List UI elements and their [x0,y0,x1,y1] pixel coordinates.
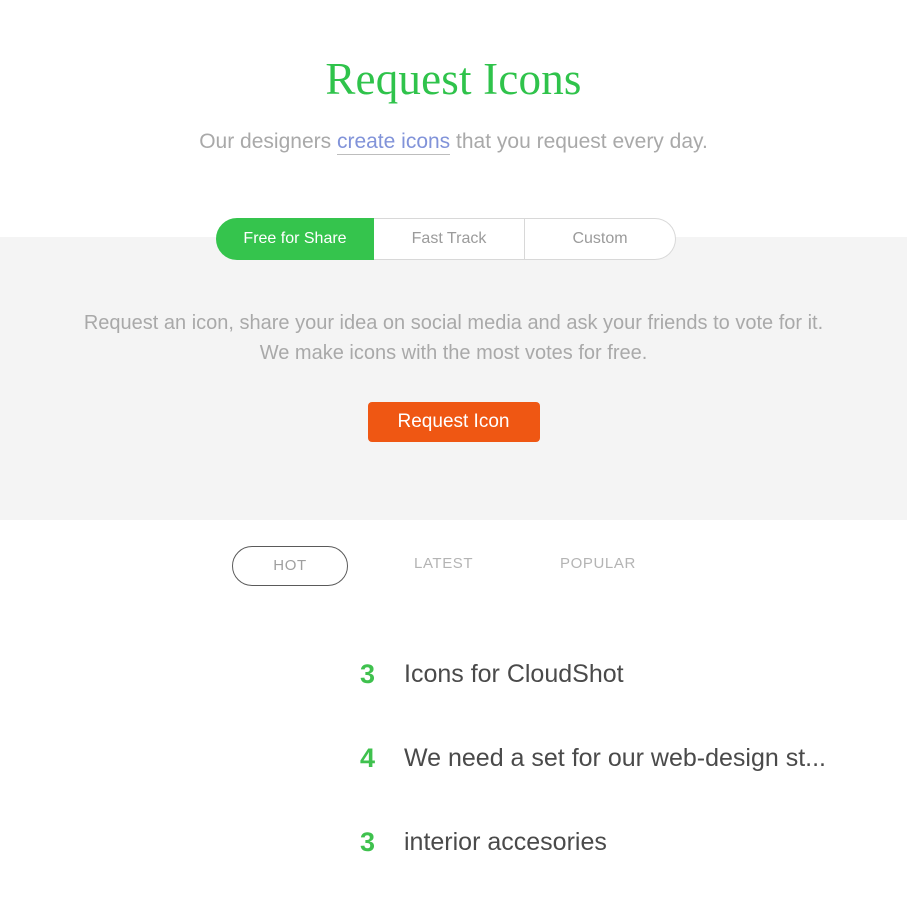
requests-section: HOT LATEST POPULAR 3 Icons for CloudShot… [0,520,907,908]
request-list-item[interactable]: 4 We need a set for our web-design st... [0,716,907,800]
promo-button-wrap: Request Icon [0,368,907,443]
plan-tab-group[interactable]: Free for Share Fast Track Custom [216,218,676,260]
subtitle-text-before: Our designers [199,129,337,153]
subtitle-text-after: that you request every day. [450,129,708,153]
filter-tab-popular[interactable]: POPULAR [560,555,636,572]
tab-custom[interactable]: Custom [525,218,676,260]
page-subtitle: Our designers create icons that you requ… [0,105,907,155]
filter-tab-group[interactable]: HOT LATEST POPULAR [0,520,907,586]
promo-line-1: Request an icon, share your idea on soci… [83,312,824,334]
request-title[interactable]: interior accesories [404,827,607,857]
vote-count: 3 [359,826,375,857]
request-icon-button[interactable]: Request Icon [367,402,540,443]
vote-count: 3 [359,658,375,689]
create-icons-link[interactable]: create icons [336,129,451,155]
request-title[interactable]: Icons for CloudShot [404,659,624,689]
vote-count: 4 [359,742,375,773]
page-title: Request Icons [325,54,582,104]
promo-line-2: We make icons with the most votes for fr… [259,341,648,364]
filter-tab-latest[interactable]: LATEST [414,555,473,572]
filter-tab-hot[interactable]: HOT [232,546,348,586]
request-list: 3 Icons for CloudShot 4 We need a set fo… [0,632,907,884]
tab-fast-track[interactable]: Fast Track [374,218,525,260]
promo-section: Request an icon, share your idea on soci… [0,237,907,520]
request-list-item[interactable]: 3 Icons for CloudShot [0,632,907,716]
request-title[interactable]: We need a set for our web-design st... [404,743,826,773]
tab-free-for-share[interactable]: Free for Share [216,218,374,260]
page-header: Request Icons Our designers create icons… [0,0,907,260]
request-list-item[interactable]: 3 interior accesories [0,800,907,884]
